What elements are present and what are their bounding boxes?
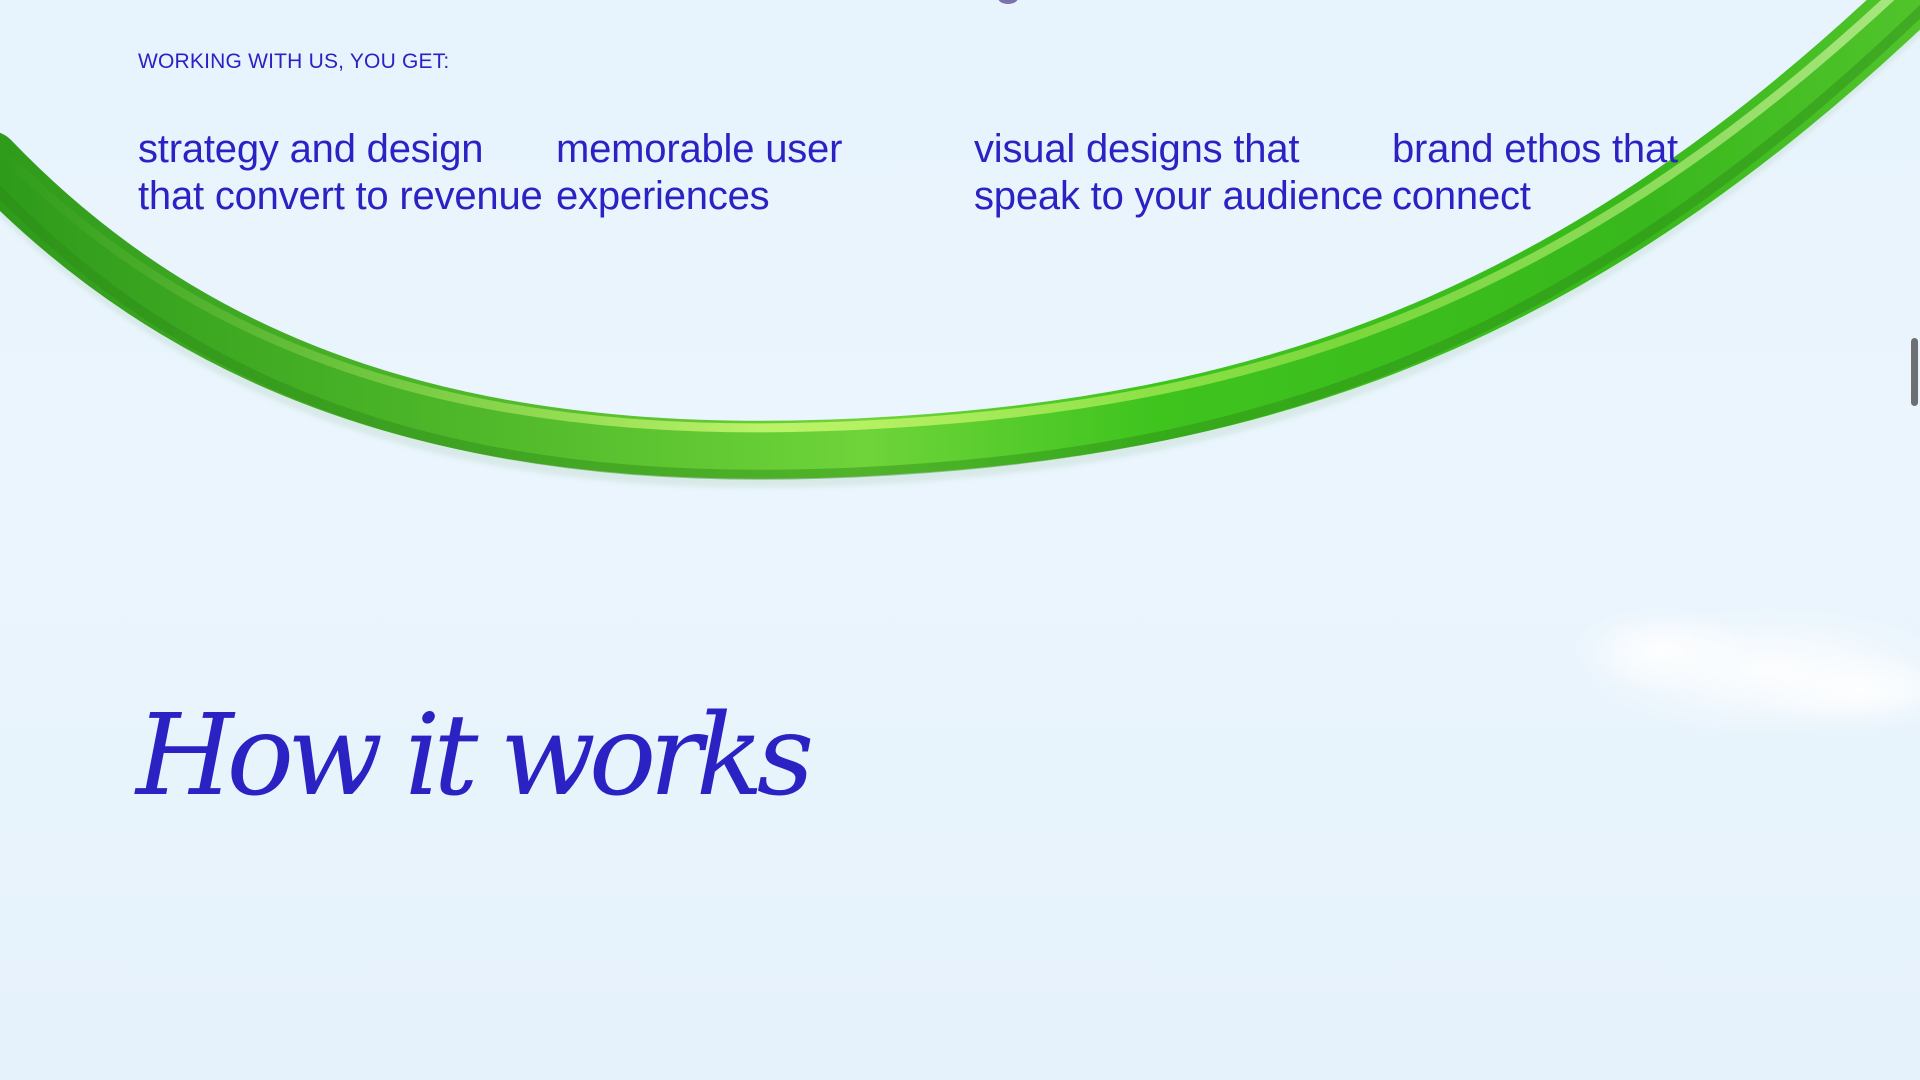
benefits-list: strategy and design that convert to reve… (138, 126, 1818, 220)
benefit-user-experiences: memorable user experiences (556, 127, 843, 218)
working-with-us-heading: WORKING WITH US, YOU GET: (138, 50, 450, 73)
page-scrollbar[interactable] (1910, 0, 1920, 1080)
top-dot-decoration (998, 0, 1018, 4)
cloud-decoration (1580, 605, 1920, 735)
how-it-works-title: How it works (136, 691, 814, 821)
benefit-strategy: strategy and design that convert to reve… (138, 127, 543, 218)
page: WORKING WITH US, YOU GET: strategy and d… (0, 0, 1920, 1080)
scrollbar-thumb[interactable] (1911, 338, 1918, 406)
benefit-brand-ethos: brand ethos that connect (1392, 127, 1678, 218)
benefit-visual-designs: visual designs that speak to your audien… (974, 127, 1384, 218)
